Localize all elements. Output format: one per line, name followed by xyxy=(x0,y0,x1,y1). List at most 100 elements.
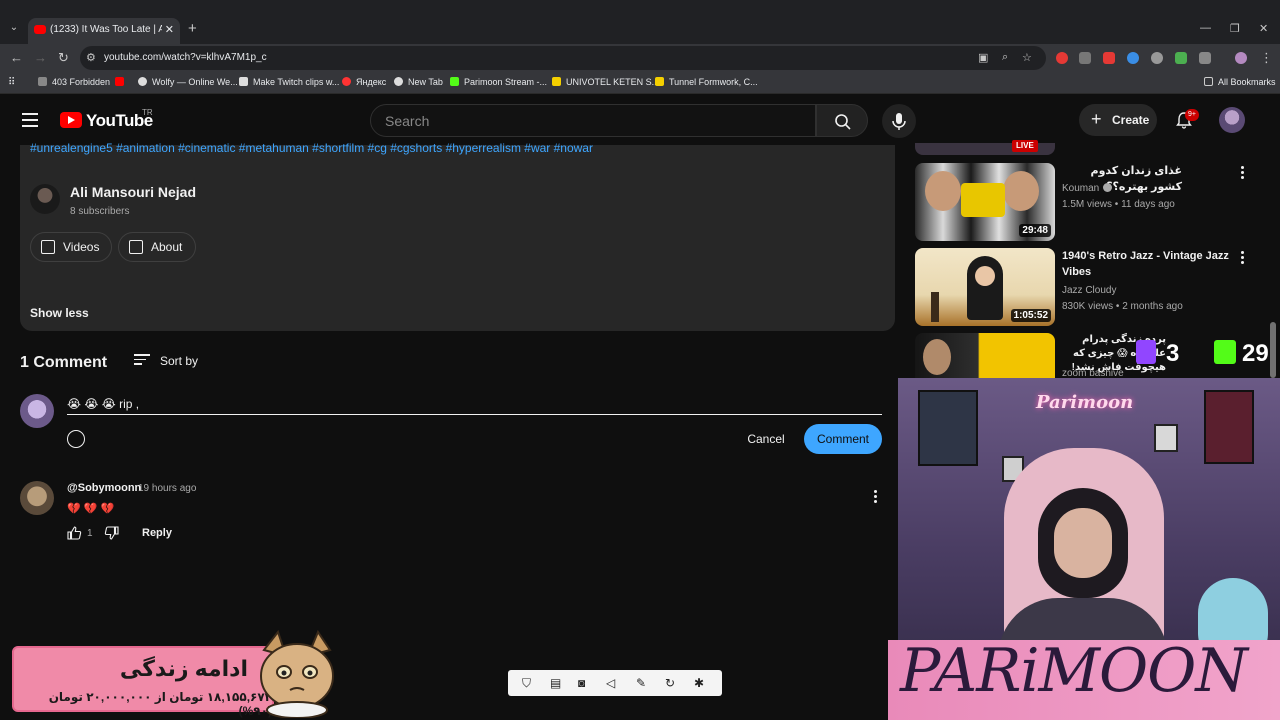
camera-icon[interactable]: ◙ xyxy=(578,676,585,690)
streamer-neon-sign: Parimoon xyxy=(1036,392,1134,413)
forward-icon[interactable]: → xyxy=(34,50,47,65)
video-title[interactable]: 1940's Retro Jazz - Vintage Jazz Vibes xyxy=(1062,248,1232,280)
cancel-button[interactable]: Cancel xyxy=(738,424,794,454)
submit-comment-button[interactable]: Comment xyxy=(804,424,882,454)
guide-menu-icon[interactable] xyxy=(22,113,38,131)
pin-icon[interactable]: ✎ xyxy=(636,676,646,690)
extension-icon[interactable] xyxy=(1056,52,1068,64)
search-button[interactable] xyxy=(816,104,868,137)
zoom-icon[interactable]: ⌕ xyxy=(1002,51,1008,64)
extension-icon[interactable] xyxy=(1151,52,1163,64)
youtube-icon xyxy=(115,77,124,86)
dislike-icon[interactable] xyxy=(104,525,120,541)
live-badge: LIVE xyxy=(1012,140,1038,152)
reply-button[interactable]: Reply xyxy=(142,527,172,539)
youtube-logo-icon[interactable] xyxy=(60,112,82,128)
voice-search-button[interactable] xyxy=(882,104,916,138)
about-button[interactable]: About xyxy=(118,232,196,262)
plus-icon: + xyxy=(1091,109,1102,129)
search-input[interactable]: Search xyxy=(370,104,816,137)
extension-icon[interactable] xyxy=(1127,52,1139,64)
video-thumbnail[interactable]: 1:05:52 xyxy=(915,248,1055,326)
like-icon[interactable] xyxy=(66,525,82,541)
clapperboard-icon[interactable]: ▤ xyxy=(550,676,561,690)
tab-search-icon[interactable]: ⌄ xyxy=(6,20,22,36)
bookmark-item[interactable]: New Tab xyxy=(394,77,443,87)
bookmark-star-icon[interactable]: ☆ xyxy=(1022,51,1032,64)
bookmarks-bar: ⠿ 403 Forbidden Wolfy — Online We... Mak… xyxy=(0,72,1280,94)
commenter-avatar[interactable] xyxy=(20,481,54,515)
apps-icon[interactable]: ⠿ xyxy=(8,77,15,88)
all-bookmarks[interactable]: All Bookmarks xyxy=(1204,77,1276,87)
comment-time[interactable]: 19 hours ago xyxy=(138,483,196,494)
globe-icon xyxy=(394,77,403,86)
poster-frame xyxy=(918,390,978,466)
profile-icon[interactable] xyxy=(1235,52,1247,64)
sort-icon[interactable] xyxy=(134,354,150,368)
user-avatar xyxy=(20,394,54,428)
create-label: Create xyxy=(1112,113,1150,127)
address-bar[interactable]: ⚙ youtube.com/watch?v=klhvA7M1p_c ▣ ⌕ ☆ xyxy=(80,46,1046,70)
show-less-button[interactable]: Show less xyxy=(30,306,89,320)
like-count: 1 xyxy=(87,528,93,539)
extension-icon[interactable] xyxy=(1175,52,1187,64)
comment-text: 💔 💔 💔 xyxy=(67,503,115,515)
video-thumbnail[interactable]: 29:48 xyxy=(915,163,1055,241)
goal-progress: ۱۸,۱۵۵,۶۷۲ تومان از ۲۰,۰۰۰,۰۰۰ تومان (۹۰… xyxy=(48,690,272,718)
search-icon xyxy=(835,114,851,130)
new-tab-icon[interactable]: + xyxy=(188,20,197,37)
account-avatar[interactable] xyxy=(1219,107,1245,133)
bookmark-item[interactable]: 403 Forbidden xyxy=(38,77,110,87)
emoji-picker-icon[interactable] xyxy=(67,430,85,448)
extension-icon[interactable] xyxy=(1079,52,1091,64)
description-hashtags[interactable]: #unrealengine5 #animation #cinematic #me… xyxy=(30,141,593,155)
channel-avatar[interactable] xyxy=(30,184,60,214)
channel-name[interactable]: Ali Mansouri Nejad xyxy=(70,184,196,200)
videos-button[interactable]: Videos xyxy=(30,232,112,262)
country-code: TR xyxy=(142,108,153,117)
bookmark-item[interactable]: Make Twitch clips w... xyxy=(239,77,339,87)
volume-icon[interactable]: ◁ xyxy=(606,676,615,690)
bookmark-item[interactable]: Parimoon Stream -... xyxy=(450,77,547,87)
streamer-brand-name: PARiMOON xyxy=(900,636,1248,706)
address-url[interactable]: youtube.com/watch?v=klhvA7M1p_c xyxy=(104,52,267,63)
create-button[interactable]: + Create xyxy=(1079,104,1157,136)
clips-icon xyxy=(239,77,248,86)
refresh-icon[interactable]: ↻ xyxy=(665,676,675,690)
extensions-puzzle-icon[interactable] xyxy=(1199,52,1211,64)
play-square-icon xyxy=(41,240,55,254)
minimize-icon[interactable]: — xyxy=(1200,22,1211,34)
video-description: #unrealengine5 #animation #cinematic #me… xyxy=(20,141,895,331)
settings-icon[interactable]: ✱ xyxy=(694,676,704,690)
close-window-icon[interactable]: ✕ xyxy=(1259,22,1268,35)
microphone-icon xyxy=(892,113,906,130)
site-info-icon[interactable]: ⚙ xyxy=(86,51,96,64)
video-channel[interactable]: Jazz Cloudy xyxy=(1062,285,1116,296)
reload-icon[interactable]: ↻ xyxy=(58,50,69,66)
extension-icon[interactable] xyxy=(1103,52,1115,64)
tunnel-icon xyxy=(655,77,664,86)
install-app-icon[interactable]: ▣ xyxy=(978,51,988,64)
bookmark-item[interactable]: Tunnel Formwork, C... xyxy=(655,77,758,87)
bookmark-item[interactable]: Wolfy — Online We... xyxy=(138,77,238,87)
comment-input[interactable]: 😭 😭 😭 rip , xyxy=(67,395,882,415)
video-more-icon[interactable] xyxy=(1241,166,1245,181)
video-more-icon[interactable] xyxy=(1241,251,1245,266)
video-channel[interactable]: Kouman xyxy=(1062,183,1113,194)
donation-goal-overlay: ادامه زندگی ۱۸,۱۵۵,۶۷۲ تومان از ۲۰,۰۰۰,۰… xyxy=(12,646,274,718)
video-thumbnail[interactable] xyxy=(915,333,1055,378)
restore-icon[interactable]: ❐ xyxy=(1230,22,1240,35)
bookmark-item[interactable] xyxy=(115,77,129,87)
comment-more-icon[interactable] xyxy=(874,490,878,505)
shield-icon[interactable]: ⛉ xyxy=(522,676,531,691)
bookmark-item[interactable]: Яндекс xyxy=(342,77,386,87)
sort-by-button[interactable]: Sort by xyxy=(160,354,198,368)
video-duration: 29:48 xyxy=(1019,224,1051,237)
browser-tab[interactable]: (1233) It Was Too Late | A Short ✕ xyxy=(28,18,180,44)
comment-author[interactable]: @Sobymoonn xyxy=(67,482,141,494)
tab-close-icon[interactable]: ✕ xyxy=(165,23,174,36)
video-channel[interactable]: zoom bashive xyxy=(1062,368,1124,378)
bookmark-item[interactable]: UNIVOTEL KETEN S... xyxy=(552,77,659,87)
browser-menu-icon[interactable]: ⋮ xyxy=(1260,50,1273,66)
back-icon[interactable]: ← xyxy=(10,50,23,65)
